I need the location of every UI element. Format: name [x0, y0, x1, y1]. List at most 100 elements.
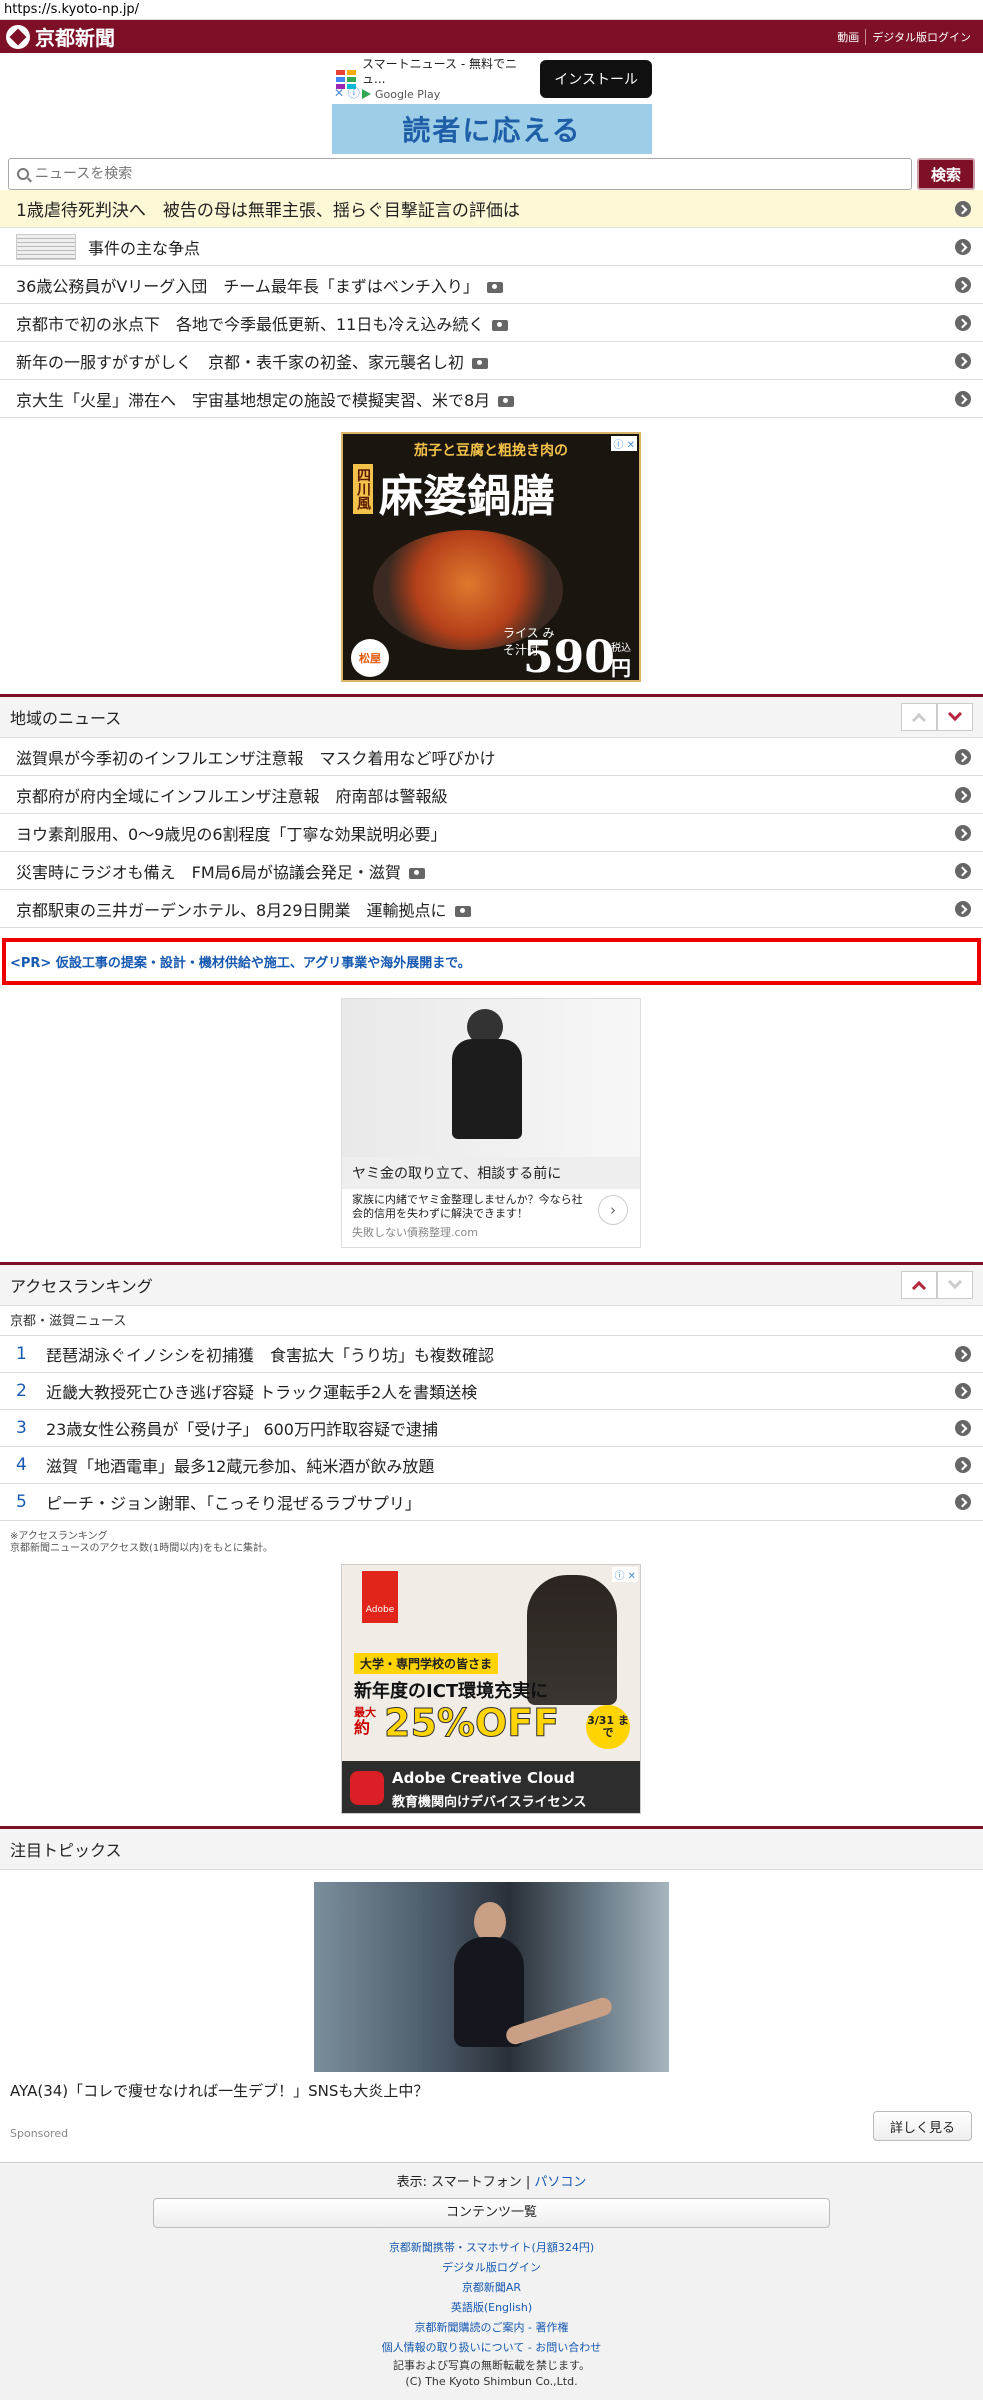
news-item[interactable]: 36歳公務員がVリーグ入団 チーム最年長「まずはベンチ入り」	[0, 266, 983, 304]
topics-header: 注目トピックス	[0, 1826, 983, 1870]
rank-number: 5	[16, 1492, 27, 1512]
news-item[interactable]: 事件の主な争点	[0, 228, 983, 266]
pc-mode-link[interactable]: パソコン	[534, 2175, 586, 2190]
footer-link-mobile[interactable]: 京都新聞携帯・スマホサイト(月額324円)	[389, 2241, 594, 2254]
collapse-button[interactable]	[901, 1271, 937, 1299]
footer-link-login[interactable]: デジタル版ログイン	[442, 2261, 541, 2274]
chevron-right-icon	[955, 1420, 971, 1436]
chevron-down-icon	[947, 1274, 963, 1290]
regional-news-list: 滋賀県が今季初のインフルエンザ注意報 マスク着用など呼びかけ 京都府が府内全域に…	[0, 738, 983, 928]
search-box[interactable]	[8, 158, 912, 190]
footer-link-ar[interactable]: 京都新聞AR	[462, 2281, 521, 2294]
news-item[interactable]: 災害時にラジオも備え FM局6局が協議会発足・滋賀	[0, 852, 983, 890]
news-title: 新年の一服すがすがしく 京都・表千家の初釜、家元襲名し初	[16, 352, 465, 372]
ad-side-label: 四川風	[353, 464, 373, 514]
news-title: 23歳女性公務員が「受け子」 600万円詐取容疑で逮捕	[46, 1420, 438, 1439]
chevron-up-icon	[911, 712, 927, 728]
sponsored-label: Sponsored	[10, 2127, 69, 2140]
section-title: 注目トピックス	[10, 1841, 122, 1860]
adobe-ad[interactable]: ⓘ ✕ Adobe 大学・専門学校の皆さま 新年度のICT環境充実に 最大約 2…	[341, 1564, 641, 1814]
chevron-right-icon	[955, 1494, 971, 1510]
creative-cloud-icon	[350, 1771, 384, 1805]
camera-icon	[454, 905, 471, 917]
ad-deadline: 3/31 まで	[586, 1705, 630, 1749]
ranking-item[interactable]: 4 滋賀「地酒電車」最多12蔵元参加、純米酒が飲み放題	[0, 1447, 983, 1484]
chevron-right-icon	[955, 390, 971, 407]
adchoices-icon[interactable]: ⓘ ✕	[612, 1567, 638, 1582]
reader-banner[interactable]: 読者に応える	[332, 104, 652, 154]
install-button[interactable]: インストール	[540, 60, 652, 98]
matsuya-ad[interactable]: ⓘ ✕ 茄子と豆腐と粗挽き肉の 四川風 麻婆鍋膳 松屋 ライス みそ汁付 590…	[341, 432, 641, 683]
site-logo[interactable]: 京都新聞	[6, 22, 115, 51]
news-item[interactable]: 京都市で初の氷点下 各地で今季最低更新、11日も冷え込み続く	[0, 304, 983, 342]
pr-link[interactable]: <PR> 仮設工事の提案・設計・機材供給や施工、アグリ事業や海外展開まで。	[2, 938, 981, 985]
video-link[interactable]: 動画	[831, 29, 865, 45]
more-button[interactable]: 詳しく見る	[873, 2111, 972, 2141]
ranking-note-title: ※アクセスランキング	[10, 1531, 108, 1542]
news-title: 京都府が府内全域にインフルエンザ注意報 府南部は警報級	[16, 786, 448, 806]
ranking-item[interactable]: 2 近畿大教授死亡ひき逃げ容疑 トラック運転手2人を書類送検	[0, 1373, 983, 1410]
ad-target: 大学・専門学校の皆さま	[354, 1653, 499, 1674]
ranking-item[interactable]: 1 琵琶湖泳ぐイノシシを初捕獲 食害拡大「うり坊」も複数確認	[0, 1336, 983, 1373]
ad-body: 家族に内緒でヤミ金整理しませんか？今なら社会的信用を失わずに解決できます！	[352, 1193, 583, 1220]
footer-links: 京都新聞携帯・スマホサイト(月額324円) デジタル版ログイン 京都新聞AR 英…	[0, 2238, 983, 2358]
rank-number: 1	[16, 1344, 27, 1364]
news-item[interactable]: ヨウ素剤服用、0～9歳児の6割程度「丁寧な効果説明必要」	[0, 814, 983, 852]
debt-ad[interactable]: ⓘ ✕ ヤミ金の取り立て、相談する前に 家族に内緒でヤミ金整理しませんか？今なら…	[341, 998, 641, 1248]
chevron-down-icon	[947, 706, 963, 722]
digital-login-link[interactable]: デジタル版ログイン	[865, 28, 977, 45]
footer-link-subscribe[interactable]: 京都新聞購読のご案内 - 著作権	[415, 2321, 569, 2334]
search-button[interactable]: 検索	[917, 158, 975, 190]
camera-icon	[408, 867, 425, 879]
news-title: 災害時にラジオも備え FM局6局が協議会発足・滋賀	[16, 862, 401, 882]
thumbnail-image	[16, 233, 76, 260]
chevron-right-icon	[955, 314, 971, 331]
news-item[interactable]: 京大生「火星」滞在へ 宇宙基地想定の施設で模擬実習、米で8月	[0, 380, 983, 418]
ad-photo	[342, 999, 640, 1157]
url-text: https://s.kyoto-np.jp/	[4, 2, 140, 17]
topic-title[interactable]: AYA(34)「コレで痩せなければ一生デブ！」SNSも大炎上中？	[10, 2080, 428, 2101]
news-item[interactable]: 京都府が府内全域にインフルエンザ注意報 府南部は警報級	[0, 776, 983, 814]
news-item[interactable]: 京都駅東の三井ガーデンホテル、8月29日開業 運輸拠点に	[0, 890, 983, 928]
store-name: Google Play	[375, 87, 441, 101]
top-news-list: 1歳虐待死判決へ 被告の母は無罪主張、揺らぐ目撃証言の評価は 事件の主な争点 3…	[0, 190, 983, 418]
ad-discount: 25%OFF	[383, 1701, 560, 1746]
section-title: アクセスランキング	[10, 1277, 153, 1296]
ranking-header: アクセスランキング	[0, 1262, 983, 1306]
ad-top-line: 茄子と豆腐と粗挽き肉の	[414, 443, 568, 459]
news-title: 近畿大教授死亡ひき逃げ容疑 トラック運転手2人を書類送検	[46, 1383, 478, 1402]
ranking-item[interactable]: 3 23歳女性公務員が「受け子」 600万円詐取容疑で逮捕	[0, 1410, 983, 1447]
ad-close-icon[interactable]: ✕ ⓘ	[334, 84, 360, 101]
regional-news-header: 地域のニュース	[0, 694, 983, 738]
news-title: 事件の主な争点	[88, 238, 201, 258]
news-item[interactable]: 滋賀県が今季初のインフルエンザ注意報 マスク着用など呼びかけ	[0, 738, 983, 776]
ranking-note: ※アクセスランキング 京都新聞ニュースのアクセス数(1時間以内)をもとに集計。	[10, 1531, 273, 1555]
chevron-right-icon	[955, 786, 971, 803]
footer-link-privacy[interactable]: 個人情報の取り扱いについて - お問い合わせ	[382, 2341, 602, 2354]
topic-image[interactable]	[314, 1882, 669, 2072]
news-title: 琵琶湖泳ぐイノシシを初捕獲 食害拡大「うり坊」も複数確認	[46, 1346, 495, 1365]
news-title: 京大生「火星」滞在へ 宇宙基地想定の施設で模擬実習、米で8月	[16, 390, 491, 410]
url-bar[interactable]: https://s.kyoto-np.jp/	[0, 0, 983, 20]
expand-button[interactable]	[937, 1271, 973, 1299]
search-input[interactable]	[35, 166, 911, 182]
display-label: 表示:	[396, 2175, 427, 2190]
search-icon	[17, 168, 29, 180]
news-title: 滋賀「地酒電車」最多12蔵元参加、純米酒が飲み放題	[46, 1457, 435, 1476]
news-title: 1歳虐待死判決へ 被告の母は無罪主張、揺らぐ目撃証言の評価は	[16, 201, 520, 221]
expand-button[interactable]	[937, 703, 973, 731]
collapse-button[interactable]	[901, 703, 937, 731]
news-item[interactable]: 新年の一服すがすがしく 京都・表千家の初釜、家元襲名し初	[0, 342, 983, 380]
ad-footer-band: Adobe Creative Cloud 教育機関向けデバイスライセンス	[342, 1761, 640, 1813]
display-switch: 表示: スマートフォン | パソコン	[396, 2175, 587, 2190]
app-install-ad[interactable]: スマートニュース - 無料でニュ... Google Play インストール ✕…	[332, 57, 652, 154]
footer-link-english[interactable]: 英語版(English)	[451, 2301, 532, 2314]
contents-list-button[interactable]: コンテンツ一覧	[153, 2198, 830, 2228]
news-item-headline[interactable]: 1歳虐待死判決へ 被告の母は無罪主張、揺らぐ目撃証言の評価は	[0, 190, 983, 228]
camera-icon	[486, 281, 503, 293]
ranking-item[interactable]: 5 ピーチ・ジョン謝罪、「こっそり混ぜるラブサプリ」	[0, 1484, 983, 1521]
chevron-right-icon	[955, 748, 971, 765]
ad-source-domain: .com	[451, 1226, 478, 1239]
ad-headline: ヤミ金の取り立て、相談する前に	[342, 1157, 640, 1189]
chevron-right-icon[interactable]: ›	[598, 1195, 628, 1225]
